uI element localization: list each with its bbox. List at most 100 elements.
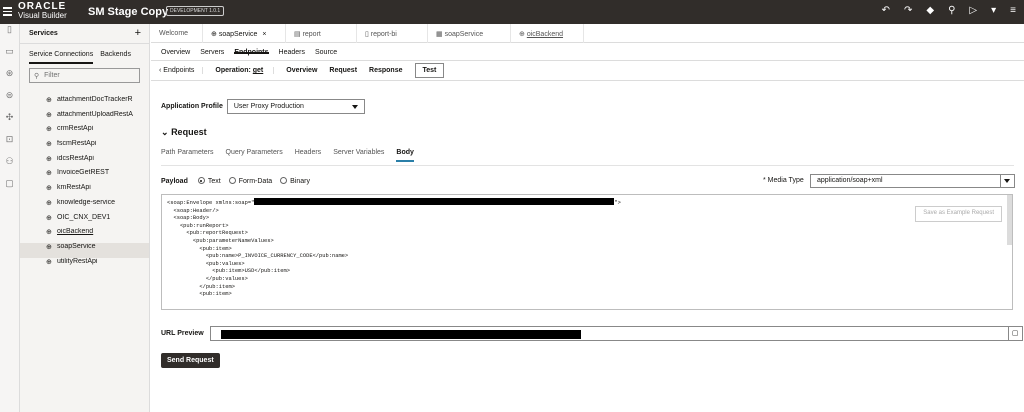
service-item[interactable]: ⊕ attachmentUploadRestA bbox=[20, 111, 149, 126]
tab-endpoint-overview[interactable]: Overview bbox=[286, 67, 317, 74]
components-icon[interactable]: ✣ bbox=[0, 112, 19, 134]
service-item[interactable]: ⊕ idcsRestApi bbox=[20, 155, 149, 170]
tab-endpoints[interactable]: Endpoints bbox=[234, 49, 269, 56]
payload-form-data-radio[interactable]: Form-Data bbox=[228, 177, 272, 185]
chevron-down-icon[interactable] bbox=[1000, 175, 1014, 187]
document-tab-label: soapService bbox=[218, 31, 258, 38]
editor-line: <pub:name>P_INVOICE_CURRENCY_CODE</pub:n… bbox=[167, 253, 349, 260]
service-item-label: crmRestApi bbox=[57, 125, 94, 133]
document-tab[interactable]: ▯ report-bi bbox=[357, 24, 428, 43]
service-item[interactable]: ⊕ utilityRestApi bbox=[20, 258, 149, 273]
service-item[interactable]: ⊕ crmRestApi bbox=[20, 125, 149, 140]
filter-placeholder: Filter bbox=[44, 72, 60, 79]
search-icon: ⚲ bbox=[34, 72, 40, 80]
document-tabs: Welcome ⊕ soapService × ▤ report ▯ report-bi… bbox=[151, 24, 1024, 43]
tab-server-variables[interactable]: Server Variables bbox=[333, 149, 384, 162]
payload-text-radio[interactable]: Text bbox=[197, 177, 221, 185]
service-item[interactable]: ⊕ knowledge-service bbox=[20, 199, 149, 214]
services-header: Services + bbox=[20, 24, 149, 44]
tab-servers[interactable]: Servers bbox=[200, 49, 224, 56]
flows-icon[interactable]: ⊡ bbox=[0, 134, 19, 156]
services-icon[interactable]: ⊛ bbox=[0, 68, 19, 90]
operation-label: Operation: get bbox=[215, 67, 275, 74]
editor-line: </pub:item> bbox=[167, 283, 235, 290]
service-connection-icon: ⊕ bbox=[46, 141, 52, 149]
editor-line: <pub:reportRequest> bbox=[167, 230, 248, 237]
services-title: Services bbox=[29, 30, 58, 37]
tab-query-parameters[interactable]: Query Parameters bbox=[226, 149, 283, 162]
tab-response[interactable]: Response bbox=[369, 67, 402, 74]
tab-source[interactable]: Source bbox=[315, 49, 337, 56]
hamburger-menu-icon[interactable] bbox=[3, 5, 12, 18]
tab-overview[interactable]: Overview bbox=[161, 49, 190, 56]
tab-service-connections[interactable]: Service Connections bbox=[29, 51, 94, 64]
service-item[interactable]: ⊕ oicBackend bbox=[20, 228, 149, 243]
editor-scrollbar[interactable] bbox=[1007, 195, 1012, 245]
editor-line: <pub:item> bbox=[167, 291, 232, 298]
tab-request-headers[interactable]: Headers bbox=[295, 149, 321, 162]
request-body-editor[interactable]: <soap:Envelope xmlns:soap=" "> <soap:Head… bbox=[161, 194, 1013, 310]
people-icon[interactable]: ⚇ bbox=[0, 156, 19, 178]
close-icon[interactable]: × bbox=[262, 31, 266, 38]
save-as-example-button[interactable]: Save as Example Request bbox=[915, 206, 1002, 222]
editor-line: </pub:values> bbox=[167, 275, 248, 282]
send-request-button[interactable]: Send Request bbox=[161, 353, 220, 368]
file-icon[interactable]: ▢ bbox=[0, 178, 19, 200]
tab-type-icon: ▦ bbox=[436, 31, 445, 38]
redo-icon[interactable]: ↷ bbox=[904, 5, 912, 16]
application-profile-select[interactable]: User Proxy Production bbox=[226, 99, 365, 114]
monitor-icon[interactable]: ▭ bbox=[0, 46, 19, 68]
request-section-header[interactable]: ⌄ Request bbox=[161, 127, 207, 138]
tab-headers[interactable]: Headers bbox=[279, 49, 305, 56]
undo-icon[interactable]: ↶ bbox=[882, 5, 890, 16]
request-heading: Request bbox=[171, 127, 207, 137]
filter-input[interactable]: ⚲ Filter bbox=[29, 68, 140, 83]
service-connection-icon: ⊕ bbox=[46, 185, 52, 193]
redacted-block bbox=[220, 330, 581, 339]
document-tab[interactable]: ⊕ soapService × bbox=[203, 24, 286, 43]
tab-test[interactable]: Test bbox=[414, 63, 445, 78]
payload-binary-radio[interactable]: Binary bbox=[280, 177, 310, 185]
add-service-button[interactable]: + bbox=[135, 27, 141, 39]
back-to-endpoints-link[interactable]: ‹ Endpoints bbox=[159, 67, 204, 74]
run-icon[interactable]: ▷ bbox=[969, 5, 977, 16]
service-item[interactable]: ⊕ OIC_CNX_DEV1 bbox=[20, 214, 149, 229]
dropdown-icon[interactable]: ▾ bbox=[991, 5, 996, 16]
service-item[interactable]: ⊕ kmRestApi bbox=[20, 184, 149, 199]
url-preview: URL Preview ▢ bbox=[161, 326, 1023, 341]
database-icon[interactable]: ⊜ bbox=[0, 90, 19, 112]
document-tab-label: report bbox=[302, 31, 321, 38]
service-item[interactable]: ⊕ soapService bbox=[20, 242, 149, 258]
service-connection-icon: ⊕ bbox=[46, 170, 52, 178]
tab-request[interactable]: Request bbox=[329, 67, 357, 74]
service-item[interactable]: ⊕ attachmentDocTrackerR bbox=[20, 96, 149, 111]
media-type-select[interactable]: application/soap+xml bbox=[810, 174, 1015, 188]
copy-icon[interactable]: ▢ bbox=[1007, 327, 1022, 340]
service-connection-icon: ⊕ bbox=[46, 243, 52, 251]
application-profile-label: Application Profile bbox=[161, 103, 223, 110]
services-tabs: Service Connections Backends bbox=[20, 44, 149, 64]
oracle-logo: ORACLE Visual Builder bbox=[18, 1, 67, 21]
document-tab[interactable]: ▤ report bbox=[286, 24, 357, 43]
diamond-icon[interactable]: ◆ bbox=[926, 5, 934, 16]
search-icon[interactable]: ⚲ bbox=[948, 5, 955, 16]
page-icon[interactable]: ▯ bbox=[0, 24, 19, 46]
url-preview-label: URL Preview bbox=[161, 330, 204, 337]
document-tab[interactable]: ▦ soapService bbox=[428, 24, 511, 43]
document-tab[interactable]: ⊕ oicBackend bbox=[511, 24, 584, 43]
service-connection-icon: ⊕ bbox=[46, 126, 52, 134]
service-item[interactable]: ⊕ InvoiceGetREST bbox=[20, 169, 149, 184]
tab-backends[interactable]: Backends bbox=[100, 51, 131, 64]
url-preview-field[interactable]: ▢ bbox=[209, 326, 1023, 341]
service-connection-icon: ⊕ bbox=[46, 97, 52, 104]
document-tab-label: oicBackend bbox=[526, 31, 564, 38]
tab-path-parameters[interactable]: Path Parameters bbox=[161, 149, 214, 162]
menu-icon[interactable]: ≡ bbox=[1010, 5, 1016, 16]
document-tab[interactable]: Welcome bbox=[151, 24, 203, 43]
tab-body[interactable]: Body bbox=[396, 149, 414, 162]
service-item-label: OIC_CNX_DEV1 bbox=[57, 213, 111, 221]
service-item[interactable]: ⊕ fscmRestApi bbox=[20, 140, 149, 155]
editor-line: <pub:runReport> bbox=[167, 222, 229, 229]
media-type-label: * Media Type bbox=[763, 177, 804, 184]
tab-type-icon: ⊕ bbox=[519, 31, 527, 38]
